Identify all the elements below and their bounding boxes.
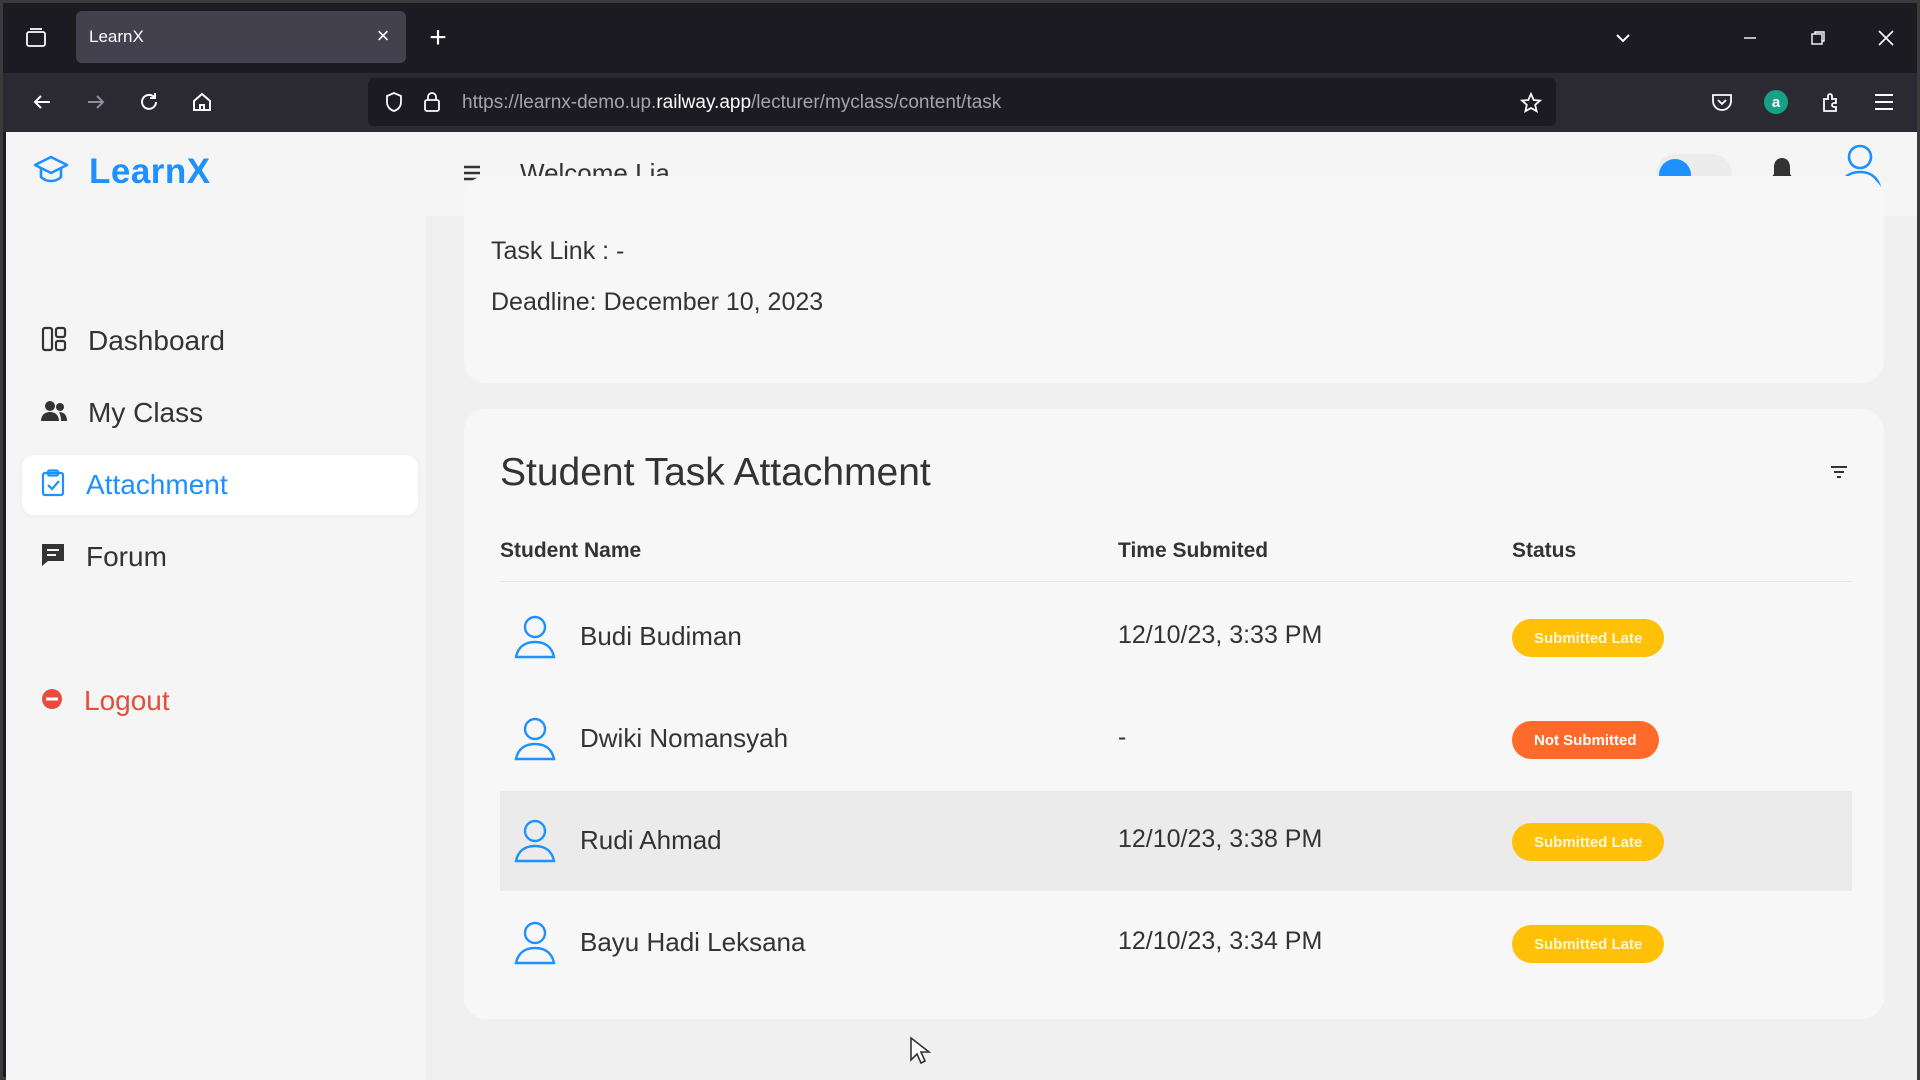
student-avatar-icon — [512, 715, 558, 768]
shield-icon[interactable] — [382, 90, 406, 114]
sidebar-item-label: My Class — [88, 397, 204, 428]
sidebar-item-dashboard[interactable]: Dashboard — [22, 311, 418, 371]
svg-text:a: a — [1772, 94, 1781, 111]
graduation-cap-icon — [33, 153, 69, 192]
url-domain: railway.app — [656, 92, 752, 113]
url-text[interactable]: https://learnx-demo.up.railway.app/lectu… — [462, 92, 1001, 114]
time-submitted: - — [1118, 723, 1127, 751]
web-page: LearnX Welcome Lia Dashboard My Class At… — [6, 132, 1917, 1080]
sidebar-item-logout[interactable]: Logout — [22, 671, 418, 731]
card-title: Student Task Attachment — [500, 451, 931, 494]
logout-label: Logout — [84, 685, 170, 716]
pocket-icon[interactable] — [1707, 87, 1737, 117]
table-row[interactable]: Rudi Ahmad 12/10/23, 3:38 PM Submitted L… — [500, 791, 1852, 891]
table-row[interactable]: Budi Budiman 12/10/23, 3:33 PM Submitted… — [500, 587, 1852, 687]
address-bar[interactable]: https://learnx-demo.up.railway.app/lectu… — [368, 78, 1556, 126]
sidebar-item-my-class[interactable]: My Class — [22, 383, 418, 443]
task-info-card: Task Link : - Deadline: December 10, 202… — [464, 176, 1884, 383]
close-window-icon[interactable] — [1871, 23, 1901, 53]
dashboard-icon — [40, 325, 68, 358]
header-divider — [500, 581, 1852, 582]
tab-bar: LearnX × + — [3, 3, 1917, 73]
restore-icon[interactable] — [1803, 23, 1833, 53]
bookmark-star-icon[interactable] — [1518, 90, 1544, 116]
tab-list-icon[interactable] — [21, 23, 51, 53]
logout-icon — [40, 687, 64, 716]
url-prefix: https://learnx-demo.up. — [462, 92, 657, 113]
time-submitted: 12/10/23, 3:34 PM — [1118, 927, 1323, 955]
lock-icon — [420, 90, 444, 114]
menu-icon[interactable] — [1869, 87, 1899, 117]
clipboard-check-icon — [40, 468, 66, 502]
table-row[interactable]: Dwiki Nomansyah - Not Submitted — [500, 689, 1852, 789]
reload-icon[interactable] — [134, 87, 164, 117]
student-avatar-icon — [512, 817, 558, 870]
student-avatar-icon — [512, 613, 558, 666]
users-icon — [40, 399, 68, 428]
sidebar: Dashboard My Class Attachment Forum Logo… — [6, 216, 426, 1080]
student-attachment-card: Student Task Attachment Student Name Tim… — [464, 409, 1884, 1019]
minimize-icon[interactable] — [1735, 23, 1765, 53]
student-name: Budi Budiman — [580, 621, 742, 651]
student-name: Rudi Ahmad — [580, 825, 722, 855]
sidebar-item-label: Dashboard — [88, 325, 225, 356]
sidebar-item-label: Forum — [86, 541, 167, 572]
student-name: Bayu Hadi Leksana — [580, 927, 806, 957]
sidebar-item-forum[interactable]: Forum — [22, 527, 418, 587]
tab-close-icon[interactable]: × — [370, 23, 396, 49]
browser-window: LearnX × + https://learnx-demo.up.railwa… — [0, 0, 1920, 1080]
time-submitted: 12/10/23, 3:33 PM — [1118, 621, 1323, 649]
message-icon — [40, 542, 66, 573]
extensions-puzzle-icon[interactable] — [1816, 87, 1846, 117]
sidebar-item-label: Attachment — [86, 469, 228, 500]
brand-name: LearnX — [89, 152, 211, 191]
status-badge: Submitted Late — [1512, 925, 1665, 963]
task-link: Task Link : - — [491, 237, 625, 265]
time-submitted: 12/10/23, 3:38 PM — [1118, 825, 1323, 853]
status-badge: Submitted Late — [1512, 619, 1665, 657]
home-icon[interactable] — [187, 87, 217, 117]
sidebar-item-attachment[interactable]: Attachment — [22, 455, 418, 515]
extension-a-icon[interactable]: a — [1761, 87, 1791, 117]
mouse-cursor-icon — [909, 1036, 932, 1071]
filter-icon[interactable] — [1830, 465, 1848, 484]
status-badge: Not Submitted — [1512, 721, 1659, 759]
back-icon[interactable] — [27, 87, 57, 117]
column-header-time-submitted[interactable]: Time Submited — [1118, 539, 1268, 563]
column-header-student-name[interactable]: Student Name — [500, 539, 641, 563]
student-avatar-icon — [512, 919, 558, 972]
navigation-bar: https://learnx-demo.up.railway.app/lectu… — [3, 73, 1917, 132]
student-name: Dwiki Nomansyah — [580, 723, 789, 753]
browser-tab[interactable]: LearnX × — [76, 11, 406, 63]
status-badge: Submitted Late — [1512, 823, 1665, 861]
brand-logo[interactable]: LearnX — [33, 152, 211, 192]
table-row[interactable]: Bayu Hadi Leksana 12/10/23, 3:34 PM Subm… — [500, 893, 1852, 993]
main-content: Task Link : - Deadline: December 10, 202… — [426, 176, 1917, 1080]
column-header-status[interactable]: Status — [1512, 539, 1576, 563]
forward-icon[interactable] — [81, 87, 111, 117]
tab-title: LearnX — [89, 27, 144, 46]
url-path: /lecturer/myclass/content/task — [751, 92, 1002, 113]
new-tab-icon[interactable]: + — [423, 21, 453, 54]
task-deadline: Deadline: December 10, 2023 — [491, 288, 824, 316]
chevron-down-icon[interactable] — [1608, 23, 1638, 53]
